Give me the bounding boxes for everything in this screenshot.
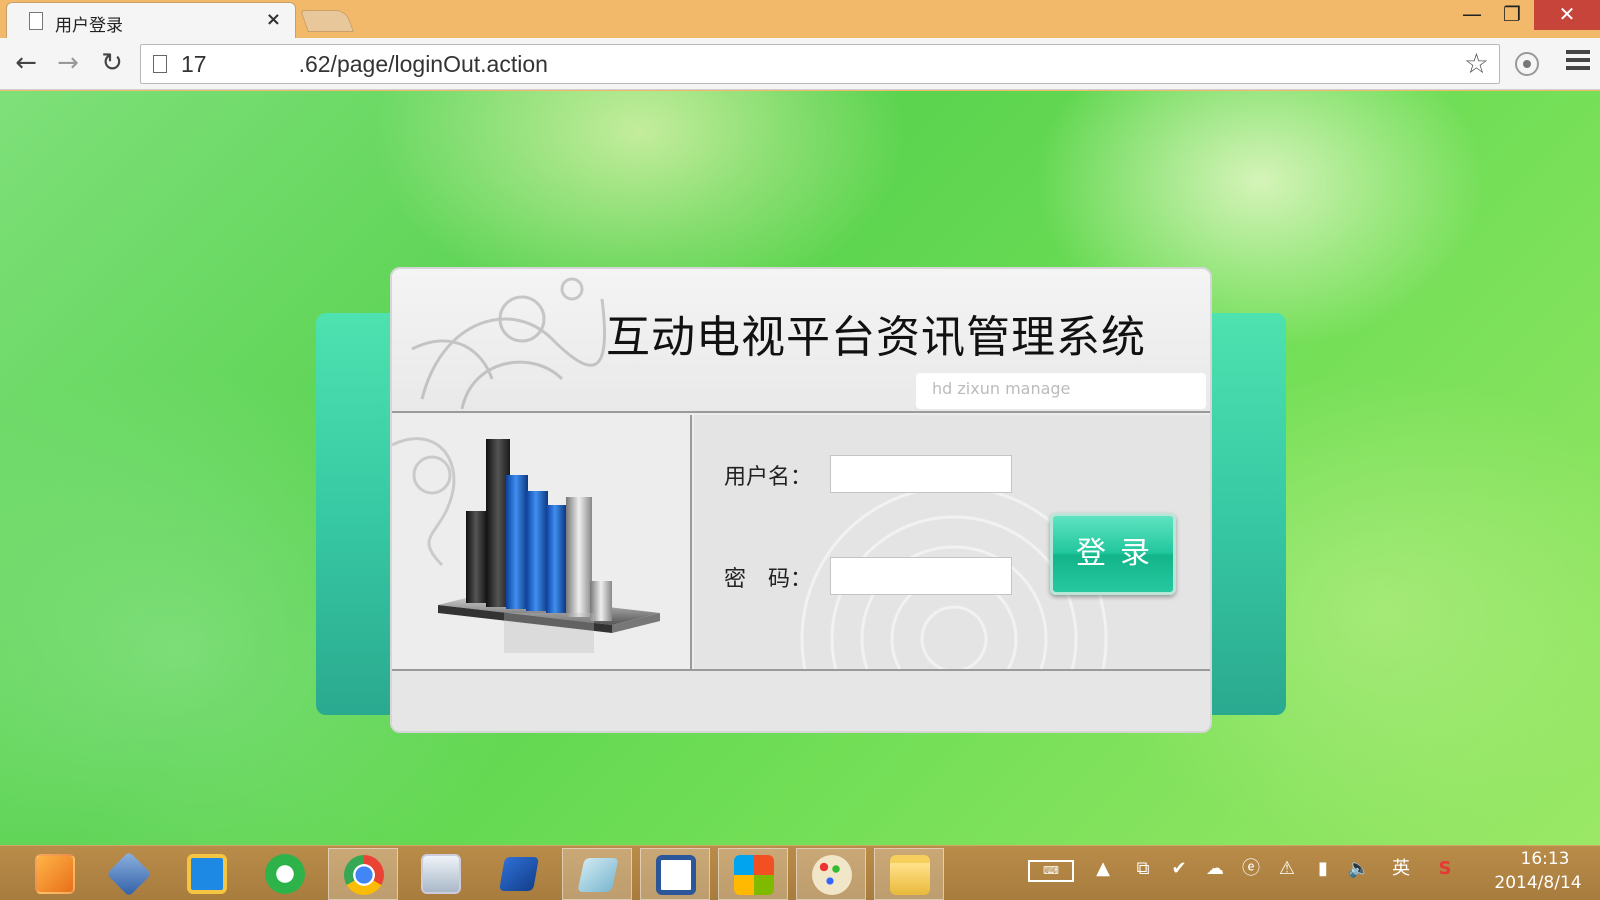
- file-explorer-taskbar-icon[interactable]: [874, 848, 944, 900]
- username-label: 用户名：: [724, 465, 813, 490]
- page-icon: [153, 55, 167, 73]
- ime-icon[interactable]: 英: [1388, 856, 1414, 882]
- minimize-button[interactable]: —: [1454, 0, 1490, 30]
- address-bar[interactable]: 17 .62/page/loginOut.action ☆: [140, 44, 1500, 84]
- close-tab-icon[interactable]: ×: [266, 9, 281, 30]
- extension-icon[interactable]: [1515, 52, 1539, 76]
- floral-swirl-decoration: [411, 277, 607, 409]
- login-panel: 互动电视平台资讯管理系统 hd zixun manage 用户名： 密 码： 登…: [390, 267, 1212, 733]
- safety-check-icon[interactable]: ✔: [1166, 856, 1192, 882]
- tab-title: 用户登录: [55, 16, 123, 36]
- windows-taskbar: ⌨ ▲ ⧉ ✔ ☁ ⓔ ⚠ ▮ 🔈 英 S 16:13 2014/8/14: [0, 845, 1600, 900]
- tab-login[interactable]: 用户登录 ×: [6, 2, 296, 38]
- browser-toolbar: ← → ↻ 17 .62/page/loginOut.action ☆: [0, 38, 1600, 90]
- login-footer: [392, 669, 1210, 731]
- network-share-icon[interactable]: ⧉: [1130, 856, 1156, 882]
- maximize-button[interactable]: ❐: [1494, 0, 1530, 30]
- network-warning-icon[interactable]: ⚠: [1274, 856, 1300, 882]
- remote-desktop-taskbar-icon[interactable]: [484, 848, 554, 900]
- battery-icon[interactable]: ▮: [1310, 856, 1336, 882]
- new-tab-button[interactable]: [299, 10, 355, 32]
- outlook-taskbar-icon[interactable]: [172, 848, 242, 900]
- cloud-sync-icon[interactable]: ☁: [1202, 856, 1228, 882]
- back-button[interactable]: ←: [10, 48, 42, 80]
- ie-tray-icon[interactable]: ⓔ: [1238, 856, 1264, 882]
- bar-chart-illustration: [392, 437, 660, 653]
- page-icon: [29, 12, 43, 30]
- username-input[interactable]: [830, 455, 1012, 493]
- resource-monitor-taskbar-icon[interactable]: [406, 848, 476, 900]
- word-taskbar-icon[interactable]: [640, 848, 710, 900]
- password-input[interactable]: [830, 557, 1012, 595]
- show-hidden-icon[interactable]: ▲: [1090, 856, 1116, 882]
- subtitle-strip: hd zixun manage: [916, 373, 1206, 409]
- keyboard-icon[interactable]: ⌨: [1028, 860, 1074, 882]
- windows-store-taskbar-icon[interactable]: [718, 848, 788, 900]
- sublime-text-taskbar-icon[interactable]: [20, 848, 90, 900]
- close-window-button[interactable]: ✕: [1534, 0, 1600, 30]
- subtitle: hd zixun manage: [932, 379, 1071, 398]
- chrome-menu-icon[interactable]: [1566, 50, 1590, 74]
- bookmark-star-icon[interactable]: ☆: [1464, 47, 1489, 80]
- login-form-area: 用户名： 密 码： 登录: [694, 415, 1210, 669]
- forward-button[interactable]: →: [52, 48, 84, 80]
- system-title: 互动电视平台资讯管理系统: [606, 312, 1146, 363]
- reload-button[interactable]: ↻: [96, 48, 128, 80]
- clock-time[interactable]: 16:13: [1500, 849, 1590, 869]
- login-header: 互动电视平台资讯管理系统 hd zixun manage: [392, 269, 1210, 413]
- url-text[interactable]: 17 .62/page/loginOut.action: [181, 51, 548, 78]
- paint-taskbar-icon[interactable]: [796, 848, 866, 900]
- page-background: 互动电视平台资讯管理系统 hd zixun manage 用户名： 密 码： 登…: [0, 91, 1600, 845]
- password-label: 密 码：: [724, 567, 813, 592]
- clock-date[interactable]: 2014/8/14: [1478, 873, 1598, 893]
- browser-titlebar: 用户登录 × — ❐ ✕: [0, 0, 1600, 38]
- notepad-taskbar-icon[interactable]: [562, 848, 632, 900]
- chrome-taskbar-icon[interactable]: [328, 848, 398, 900]
- virtualbox-taskbar-icon[interactable]: [94, 848, 164, 900]
- login-button[interactable]: 登录: [1050, 513, 1176, 595]
- sogou-icon[interactable]: S: [1432, 856, 1458, 882]
- ie-browser-taskbar-icon[interactable]: [250, 848, 320, 900]
- volume-icon[interactable]: 🔈: [1346, 856, 1372, 882]
- login-illustration-area: [392, 415, 692, 669]
